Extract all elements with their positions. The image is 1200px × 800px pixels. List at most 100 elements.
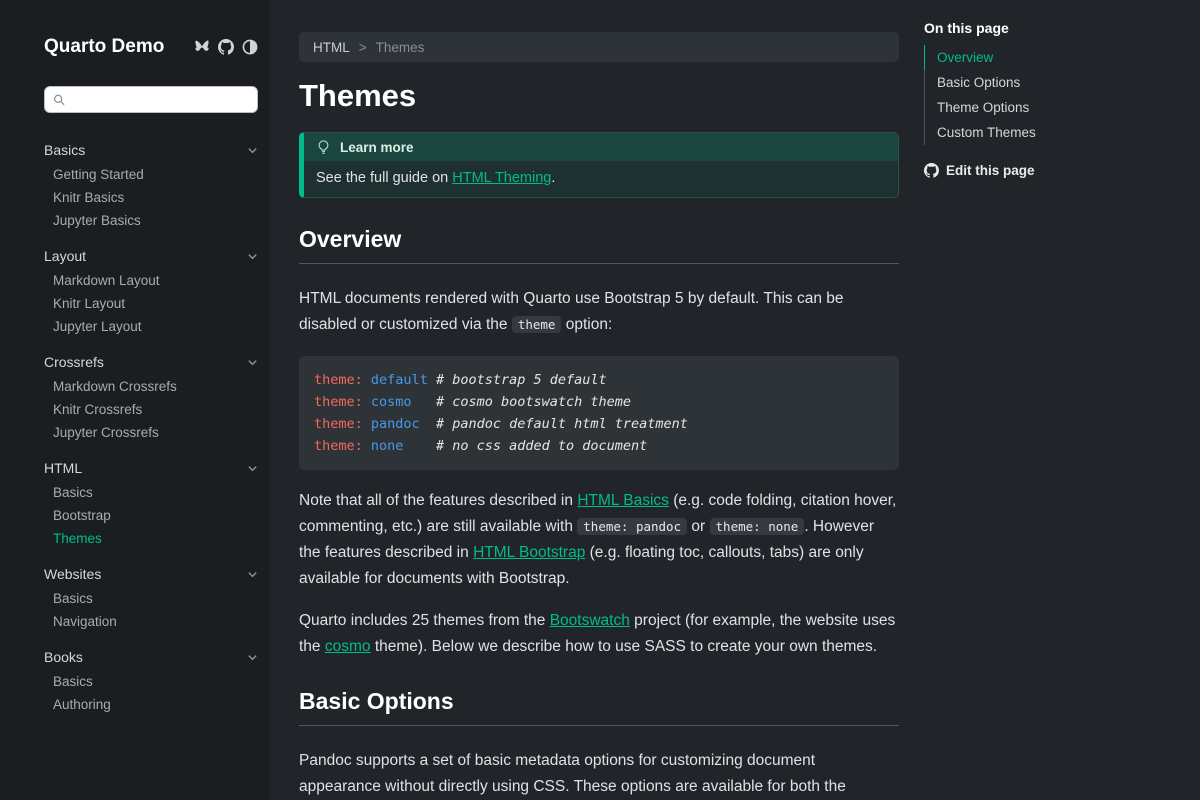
inline-code-theme-pandoc: theme: pandoc: [577, 518, 687, 535]
section-heading-basic-options: Basic Options: [299, 688, 899, 726]
github-icon: [924, 163, 939, 178]
sidebar-nav: Basics Getting Started Knitr Basics Jupy…: [44, 137, 258, 716]
paragraph: Note that all of the features described …: [299, 488, 899, 592]
text: option:: [561, 316, 612, 333]
sidebar-item-books-basics[interactable]: Basics: [44, 670, 258, 693]
yaml-value: default: [371, 369, 428, 391]
search-box[interactable]: [44, 86, 258, 113]
sidebar-header: Quarto Demo: [44, 36, 258, 58]
toc-item-theme-options[interactable]: Theme Options: [924, 95, 1164, 120]
text: Note that all of the features described …: [299, 492, 577, 509]
sidebar-section-html: HTML Basics Bootstrap Themes: [44, 455, 258, 550]
yaml-value: cosmo: [371, 391, 428, 413]
edit-this-page-label: Edit this page: [946, 163, 1035, 178]
yaml-comment: # cosmo bootswatch theme: [436, 394, 631, 410]
html-basics-link[interactable]: HTML Basics: [577, 492, 669, 509]
theme-toggle-icon[interactable]: [242, 39, 258, 55]
yaml-value: none: [371, 435, 428, 457]
yaml-key: theme:: [314, 438, 363, 454]
chevron-down-icon[interactable]: [247, 357, 258, 368]
sidebar-item-markdown-layout[interactable]: Markdown Layout: [44, 269, 258, 292]
code-line: theme: cosmo # cosmo bootswatch theme: [314, 391, 884, 413]
sidebar-item-bootstrap[interactable]: Bootstrap: [44, 504, 258, 527]
sidebar-section-header-html[interactable]: HTML: [44, 455, 258, 481]
sidebar-section-basics: Basics Getting Started Knitr Basics Jupy…: [44, 137, 258, 232]
search-icon: [53, 93, 66, 107]
toc-item-overview[interactable]: Overview: [924, 45, 1164, 70]
toc-title: On this page: [924, 20, 1164, 36]
chevron-down-icon[interactable]: [247, 145, 258, 156]
paragraph: Quarto includes 25 themes from the Boots…: [299, 608, 899, 660]
sidebar-item-websites-basics[interactable]: Basics: [44, 587, 258, 610]
yaml-key: theme:: [314, 372, 363, 388]
bootswatch-link[interactable]: Bootswatch: [550, 612, 630, 629]
sidebar-section-crossrefs: Crossrefs Markdown Crossrefs Knitr Cross…: [44, 349, 258, 444]
header-icons: [194, 39, 258, 55]
breadcrumb: HTML > Themes: [299, 32, 899, 62]
section-label: Books: [44, 649, 83, 665]
sidebar-section-header-books[interactable]: Books: [44, 644, 258, 670]
callout-header[interactable]: Learn more: [304, 133, 898, 161]
toc-sidebar: On this page Overview Basic Options Them…: [924, 0, 1164, 800]
text: or: [687, 518, 709, 535]
text: theme). Below we describe how to use SAS…: [371, 638, 878, 655]
yaml-value: pandoc: [371, 413, 428, 435]
sidebar-section-header-layout[interactable]: Layout: [44, 243, 258, 269]
sidebar-section-books: Books Basics Authoring: [44, 644, 258, 716]
sidebar-item-authoring[interactable]: Authoring: [44, 693, 258, 716]
section-heading-overview: Overview: [299, 226, 899, 264]
bluesky-icon[interactable]: [194, 40, 210, 55]
html-theming-link[interactable]: HTML Theming: [452, 170, 551, 186]
chevron-down-icon[interactable]: [247, 569, 258, 580]
breadcrumb-separator: >: [359, 40, 367, 55]
toc-item-custom-themes[interactable]: Custom Themes: [924, 120, 1164, 145]
sidebar-item-themes[interactable]: Themes: [44, 527, 258, 550]
inline-code-theme-none: theme: none: [710, 518, 805, 535]
code-line: theme: none # no css added to document: [314, 435, 884, 457]
sidebar-section-header-websites[interactable]: Websites: [44, 561, 258, 587]
inline-code-theme: theme: [512, 316, 562, 333]
breadcrumb-item-html[interactable]: HTML: [313, 40, 350, 55]
sidebar-item-knitr-crossrefs[interactable]: Knitr Crossrefs: [44, 398, 258, 421]
callout-tip: Learn more See the full guide on HTML Th…: [299, 132, 899, 198]
sidebar-item-navigation[interactable]: Navigation: [44, 610, 258, 633]
sidebar-section-layout: Layout Markdown Layout Knitr Layout Jupy…: [44, 243, 258, 338]
yaml-comment: # bootstrap 5 default: [436, 372, 607, 388]
yaml-code-block[interactable]: theme: default # bootstrap 5 default the…: [299, 356, 899, 470]
yaml-comment: # pandoc default html treatment: [436, 416, 688, 432]
section-label: Websites: [44, 566, 101, 582]
search-input[interactable]: [72, 92, 249, 107]
sidebar: Quarto Demo Basics Getting Started Knitr…: [0, 0, 270, 800]
github-icon[interactable]: [218, 39, 234, 55]
sidebar-section-websites: Websites Basics Navigation: [44, 561, 258, 633]
sidebar-item-getting-started[interactable]: Getting Started: [44, 163, 258, 186]
callout-text: .: [551, 170, 555, 186]
cosmo-link[interactable]: cosmo: [325, 638, 371, 655]
sidebar-item-knitr-basics[interactable]: Knitr Basics: [44, 186, 258, 209]
callout-text: See the full guide on: [316, 170, 452, 186]
yaml-key: theme:: [314, 416, 363, 432]
sidebar-item-html-basics[interactable]: Basics: [44, 481, 258, 504]
text: Quarto includes 25 themes from the: [299, 612, 550, 629]
paragraph: HTML documents rendered with Quarto use …: [299, 286, 899, 338]
main-area: HTML > Themes Themes Learn more See the …: [270, 0, 1200, 800]
section-label: Layout: [44, 248, 86, 264]
chevron-down-icon[interactable]: [247, 463, 258, 474]
yaml-comment: # no css added to document: [436, 438, 647, 454]
toc-item-basic-options[interactable]: Basic Options: [924, 70, 1164, 95]
paragraph: Pandoc supports a set of basic metadata …: [299, 748, 899, 800]
html-bootstrap-link[interactable]: HTML Bootstrap: [473, 544, 585, 561]
sidebar-item-jupyter-crossrefs[interactable]: Jupyter Crossrefs: [44, 421, 258, 444]
chevron-down-icon[interactable]: [247, 652, 258, 663]
sidebar-section-header-crossrefs[interactable]: Crossrefs: [44, 349, 258, 375]
page-title: Themes: [299, 78, 899, 114]
sidebar-section-header-basics[interactable]: Basics: [44, 137, 258, 163]
sidebar-item-knitr-layout[interactable]: Knitr Layout: [44, 292, 258, 315]
sidebar-item-jupyter-basics[interactable]: Jupyter Basics: [44, 209, 258, 232]
sidebar-item-markdown-crossrefs[interactable]: Markdown Crossrefs: [44, 375, 258, 398]
sidebar-item-jupyter-layout[interactable]: Jupyter Layout: [44, 315, 258, 338]
site-title[interactable]: Quarto Demo: [44, 36, 164, 58]
chevron-down-icon[interactable]: [247, 251, 258, 262]
callout-body: See the full guide on HTML Theming.: [304, 161, 898, 197]
edit-this-page[interactable]: Edit this page: [924, 163, 1164, 178]
